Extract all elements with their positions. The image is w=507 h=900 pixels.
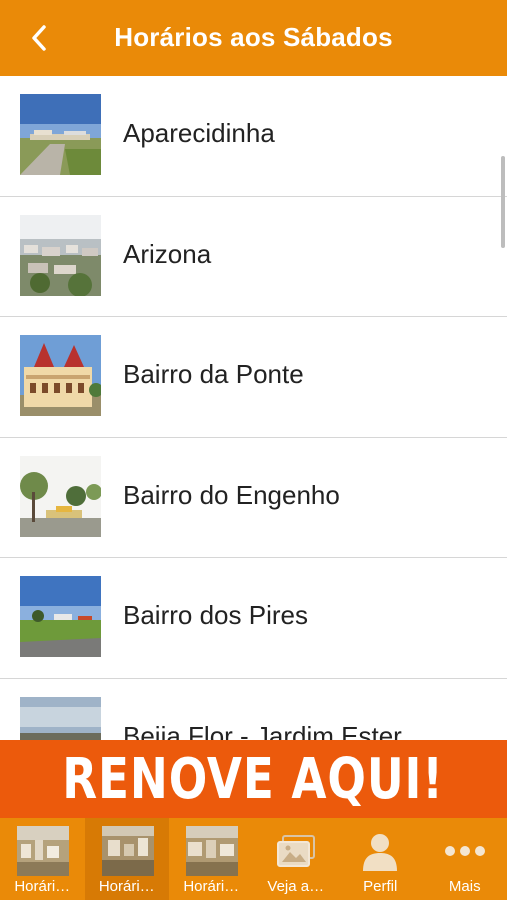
location-thumbnail (20, 576, 101, 657)
tab-label: Horári… (183, 878, 240, 895)
list-item[interactable]: Arizona (0, 197, 507, 317)
promo-banner-text: RENOVE AQUI! (62, 746, 445, 812)
list-item-label: Bairro da Ponte (123, 359, 304, 389)
list-item[interactable]: Beija Flor - Jardim Ester (0, 679, 507, 741)
list-item[interactable]: Bairro do Engenho (0, 438, 507, 558)
scrollbar[interactable] (501, 156, 505, 248)
location-thumbnail (20, 214, 101, 296)
tab-bar: Horári… Horári… Horári… Veja a… Perfil M… (0, 818, 507, 900)
tab-mais[interactable]: Mais (423, 818, 507, 900)
tab-label: Mais (448, 878, 481, 895)
photo-gallery-icon (254, 828, 339, 874)
city-thumbnail-icon (101, 826, 154, 876)
tab-horarios-1[interactable]: Horári… (0, 818, 85, 900)
user-icon (338, 828, 423, 874)
location-thumbnail (20, 94, 101, 175)
list-item-label: Aparecidinha (123, 118, 275, 148)
tab-label: Horári… (98, 878, 155, 895)
list-item[interactable]: Bairro da Ponte (0, 317, 507, 438)
list-item-label: Arizona (123, 238, 212, 269)
tab-horarios-3[interactable]: Horári… (169, 818, 254, 900)
city-thumbnail-icon (186, 826, 238, 876)
location-list: Aparecidinha Arizona Bairro da Ponte Bai… (0, 76, 507, 740)
tab-perfil[interactable]: Perfil (338, 818, 423, 900)
app-header: Horários aos Sábados (0, 0, 507, 76)
tab-horarios-2[interactable]: Horári… (84, 818, 169, 900)
promo-banner[interactable]: RENOVE AQUI! (0, 740, 507, 818)
location-thumbnail (20, 455, 101, 537)
list-item[interactable]: Bairro dos Pires (0, 558, 507, 679)
more-dots-icon (423, 828, 507, 874)
list-item-label: Beija Flor - Jardim Ester (123, 720, 402, 741)
location-thumbnail (20, 335, 101, 416)
location-thumbnail (20, 696, 101, 740)
list-item-label: Bairro dos Pires (123, 600, 308, 630)
city-thumbnail-icon (17, 826, 69, 876)
tab-gallery[interactable]: Veja a… (254, 818, 339, 900)
tab-label: Horári… (14, 878, 71, 895)
page-title: Horários aos Sábados (114, 22, 393, 52)
list-item-label: Bairro do Engenho (123, 479, 340, 510)
list-item[interactable]: Aparecidinha (0, 76, 507, 197)
tab-label: Veja a… (267, 878, 325, 895)
tab-label: Perfil (363, 878, 398, 895)
